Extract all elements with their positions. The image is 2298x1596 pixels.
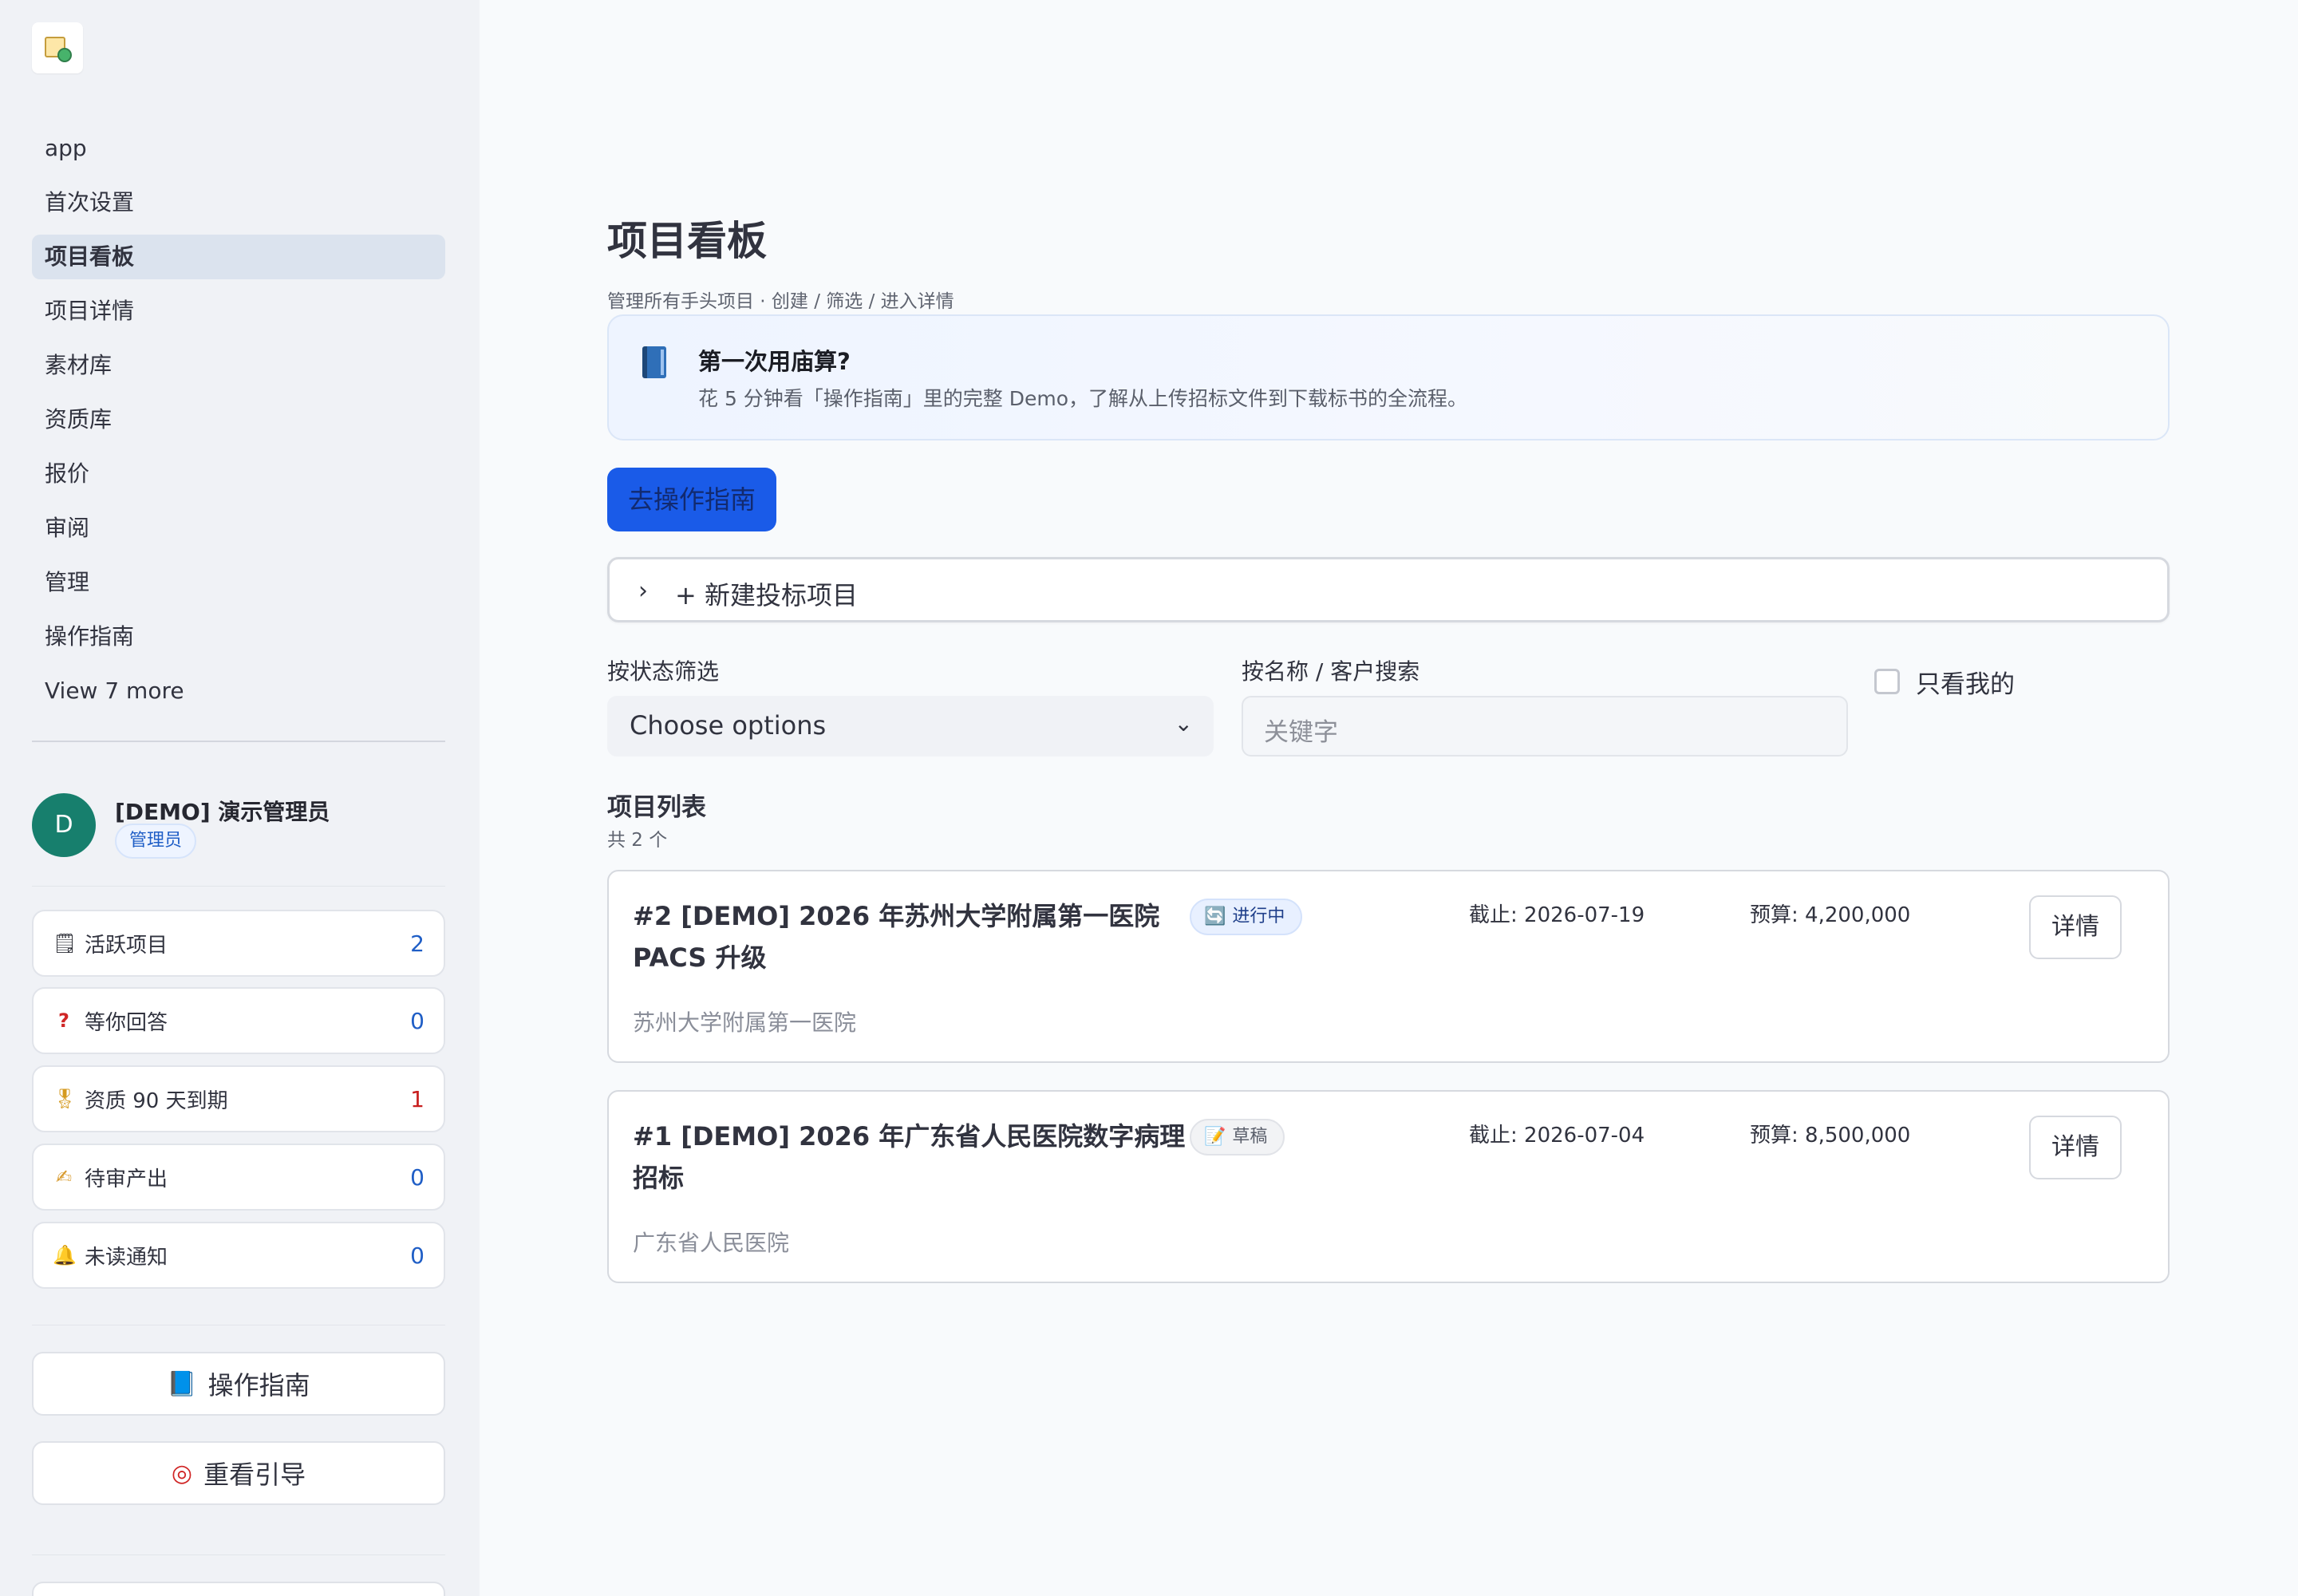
stat-label: 活跃项目 (85, 933, 168, 958)
chevron-right-icon: › (638, 577, 648, 605)
chevron-down-icon: ⌄ (1174, 710, 1193, 737)
search-placeholder: 关键字 (1264, 718, 1338, 747)
mine-only-toggle[interactable]: 只看我的 (1874, 666, 2015, 699)
status-filter-select[interactable]: Choose options ⌄ (607, 696, 1214, 757)
status-filter-label: 按状态筛选 (607, 658, 720, 685)
stat-label: 等你回答 (85, 1010, 168, 1035)
callout-title: 第一次用庙算? (698, 348, 851, 375)
sidebar-item-quote[interactable]: 报价 (32, 452, 445, 496)
stat-active-projects[interactable]: 🗒 活跃项目 2 (32, 910, 445, 977)
stat-value: 0 (410, 1242, 424, 1269)
page-title: 项目看板 (607, 218, 767, 264)
callout-body: 花 5 分钟看「操作指南」里的完整 Demo，了解从上传招标文件到下载标书的全流… (698, 387, 1468, 410)
user-card: D [DEMO] 演示管理员 管理员 (32, 793, 445, 859)
project-due-date: 截止: 2026-07-04 (1469, 1124, 1645, 1148)
sidebar-bottom-card[interactable] (32, 1582, 445, 1596)
stat-qualification-expiring[interactable]: 🎖 资质 90 天到期 1 (32, 1065, 445, 1132)
project-title: #1 [DEMO] 2026 年广东省人民医院数字病理招标 (633, 1121, 1186, 1193)
sidebar-item-qualifications[interactable]: 资质库 (32, 397, 445, 442)
page-subtitle: 管理所有手头项目 · 创建 / 筛选 / 进入详情 (607, 291, 954, 312)
stat-value: 0 (410, 1163, 424, 1191)
question-icon: ? (58, 1009, 69, 1032)
project-client: 广东省人民医院 (633, 1230, 790, 1256)
stat-value: 1 (410, 1085, 424, 1112)
search-input[interactable]: 关键字 (1242, 696, 1848, 757)
guide-sidebar-button[interactable]: 📘 操作指南 (32, 1352, 445, 1416)
bell-icon: 🔔 (53, 1244, 77, 1266)
project-card: #1 [DEMO] 2026 年广东省人民医院数字病理招标 📝 草稿 截止: 20… (607, 1090, 2170, 1283)
sidebar-item-admin[interactable]: 管理 (32, 560, 445, 605)
project-detail-button[interactable]: 详情 (2029, 895, 2122, 959)
role-badge: 管理员 (115, 824, 197, 859)
sidebar-divider (32, 886, 445, 887)
target-icon: ◎ (171, 1459, 193, 1487)
search-label: 按名称 / 客户搜索 (1242, 658, 1420, 685)
user-name: [DEMO] 演示管理员 (115, 799, 330, 825)
logo-icon (43, 34, 72, 62)
expander-label: + 新建投标项目 (675, 580, 858, 610)
project-count: 共 2 个 (607, 830, 668, 851)
mine-only-label: 只看我的 (1916, 670, 2015, 699)
go-to-guide-button[interactable]: 去操作指南 (607, 468, 776, 531)
sidebar-item-materials[interactable]: 素材库 (32, 343, 445, 388)
project-budget: 预算: 8,500,000 (1750, 1124, 1911, 1148)
sidebar-item-app[interactable]: app (32, 126, 445, 171)
stat-label: 待审产出 (85, 1167, 168, 1191)
first-time-callout: 第一次用庙算? 花 5 分钟看「操作指南」里的完整 Demo，了解从上传招标文件… (607, 314, 2170, 440)
new-project-expander[interactable]: › + 新建投标项目 (607, 557, 2170, 622)
book-icon (639, 345, 671, 380)
stat-pending-review[interactable]: ✍ 待审产出 0 (32, 1144, 445, 1211)
avatar: D (32, 793, 96, 857)
memo-icon: 📝 (1204, 1127, 1226, 1147)
stat-awaiting-answer[interactable]: ? 等你回答 0 (32, 987, 445, 1054)
writing-hand-icon: ✍ (55, 1166, 73, 1188)
status-badge: 🔄 进行中 (1190, 899, 1303, 935)
status-badge: 📝 草稿 (1190, 1119, 1285, 1156)
sidebar-item-project-detail[interactable]: 项目详情 (32, 289, 445, 334)
project-list-title: 项目列表 (607, 793, 706, 822)
stat-value: 2 (410, 930, 424, 957)
mine-only-checkbox[interactable] (1874, 669, 1900, 694)
sidebar-item-setup[interactable]: 首次设置 (32, 180, 445, 225)
replay-onboarding-button[interactable]: ◎ 重看引导 (32, 1441, 445, 1505)
view-more-link[interactable]: View 7 more (32, 669, 445, 713)
sidebar: app 首次设置 项目看板 项目详情 素材库 资质库 报价 审阅 管理 操作指南… (0, 0, 480, 1596)
main-content: 项目看板 管理所有手头项目 · 创建 / 筛选 / 进入详情 第一次用庙算? 花… (480, 0, 2298, 1596)
status-text: 进行中 (1232, 907, 1285, 926)
refresh-icon: 🔄 (1204, 907, 1226, 926)
sidebar-nav: app 首次设置 项目看板 项目详情 素材库 资质库 报价 审阅 管理 操作指南… (32, 126, 445, 713)
book-icon: 📘 (167, 1369, 197, 1398)
stat-unread-notifications[interactable]: 🔔 未读通知 0 (32, 1222, 445, 1289)
stat-value: 0 (410, 1007, 424, 1034)
stat-label: 未读通知 (85, 1245, 168, 1270)
project-card: #2 [DEMO] 2026 年苏州大学附属第一医院 PACS 升级 🔄 进行中 … (607, 870, 2170, 1063)
app-logo[interactable] (32, 22, 83, 73)
project-due-date: 截止: 2026-07-19 (1469, 903, 1645, 927)
project-budget: 预算: 4,200,000 (1750, 903, 1911, 927)
medal-icon: 🎖 (53, 1088, 77, 1110)
stat-label: 资质 90 天到期 (85, 1088, 228, 1113)
project-detail-button[interactable]: 详情 (2029, 1116, 2122, 1179)
clipboard-icon: 🗒 (53, 932, 77, 954)
button-label: 操作指南 (207, 1370, 310, 1400)
sidebar-divider (32, 741, 445, 742)
sidebar-item-project-board[interactable]: 项目看板 (32, 235, 445, 279)
select-value: Choose options (630, 710, 827, 741)
project-client: 苏州大学附属第一医院 (633, 1009, 857, 1036)
project-title: #2 [DEMO] 2026 年苏州大学附属第一医院 PACS 升级 (633, 901, 1160, 973)
sidebar-item-review[interactable]: 审阅 (32, 506, 445, 551)
sidebar-item-guide[interactable]: 操作指南 (32, 614, 445, 659)
status-text: 草稿 (1232, 1127, 1268, 1147)
button-label: 重看引导 (203, 1460, 306, 1490)
